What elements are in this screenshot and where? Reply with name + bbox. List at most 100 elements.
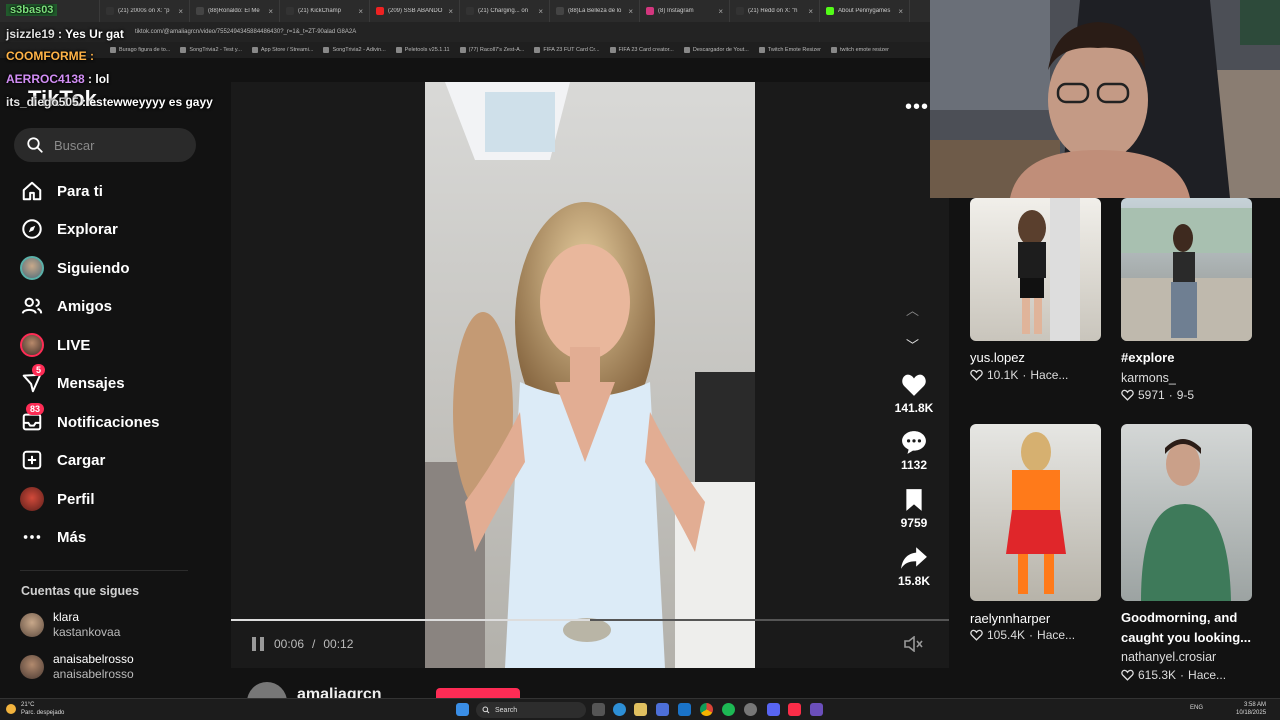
bookmark-item[interactable]: FIFA 23 FUT Card Cr... [534, 47, 600, 53]
chevron-up-icon[interactable]: ︿ [906, 300, 919, 319]
chevron-down-icon[interactable]: ﹀ [906, 335, 919, 354]
video-progress-bar[interactable] [231, 619, 949, 621]
discord-icon[interactable] [767, 703, 780, 716]
save-button[interactable]: 9759 [888, 488, 940, 530]
tab-favicon-icon [106, 7, 114, 15]
sidebar-item-amigos[interactable]: Amigos [20, 291, 112, 321]
sidebar-item-cargar[interactable]: Cargar [20, 445, 105, 475]
follow-button[interactable] [436, 688, 520, 698]
browser-tab[interactable]: (88)La Belleza de lo × [550, 0, 640, 22]
following-account[interactable]: anaisabelrosso anaisabelrosso [20, 652, 134, 682]
bookmark-item[interactable]: twitch emote resizer [831, 47, 889, 53]
browser-tab[interactable]: (88)Ronaldo: El Me × [190, 0, 280, 22]
chrome-icon[interactable] [700, 703, 713, 716]
recommended-thumbnail[interactable] [1121, 424, 1252, 601]
close-icon[interactable]: × [358, 7, 363, 16]
taskbar-search[interactable]: Search [476, 702, 586, 718]
sidebar-item-siguiendo[interactable]: Siguiendo [20, 253, 130, 283]
comment-count: 1132 [900, 458, 928, 472]
bookmark-item[interactable]: App Store / Streami... [251, 47, 313, 53]
time-total: 00:12 [323, 637, 354, 651]
tab-favicon-icon [196, 7, 204, 15]
tab-title: About Pennygames [838, 8, 891, 14]
app-icon[interactable] [810, 703, 823, 716]
more-options-icon[interactable]: ••• [905, 96, 929, 119]
system-clock[interactable]: 3:58 AM 10/18/2025 [1236, 701, 1266, 717]
close-icon[interactable]: × [268, 7, 273, 16]
close-icon[interactable]: × [628, 7, 633, 16]
steam-icon[interactable] [744, 703, 757, 716]
heart-outline-icon [970, 369, 983, 381]
comment-icon [902, 431, 926, 454]
messages-badge: 5 [32, 364, 46, 376]
address-bar[interactable]: tiktok.com/@amaliagrcn/video/75524943458… [0, 22, 930, 42]
home-icon [20, 179, 44, 203]
sidebar-item-explorar[interactable]: Explorar [20, 214, 118, 244]
close-icon[interactable]: × [718, 7, 723, 16]
start-icon[interactable] [456, 703, 469, 716]
avatar [20, 655, 44, 679]
share-button[interactable]: 15.8K [888, 546, 940, 588]
language-indicator[interactable]: ENG [1190, 705, 1203, 711]
sidebar-item-mensajes[interactable]: 5 Mensajes [20, 364, 125, 398]
recommended-thumbnail[interactable] [970, 198, 1101, 341]
bookmark-item[interactable]: FIFA 23 Card creator... [609, 47, 674, 53]
sidebar-item-notificaciones[interactable]: 83 Notificaciones [20, 403, 160, 437]
bookmark-item[interactable]: (77) Racoll7's Zest-A... [459, 47, 525, 53]
browser-tab[interactable]: (21) Redd on X: "h × [730, 0, 820, 22]
sidebar-item-perfil[interactable]: Perfil [20, 484, 95, 514]
bookmark-item[interactable]: Twitch Emote Resizer [758, 47, 821, 53]
recommended-title[interactable]: #explore [1121, 348, 1174, 368]
spotify-icon[interactable] [722, 703, 735, 716]
recommended-thumbnail[interactable] [970, 424, 1101, 601]
browser-tab[interactable]: About Pennygames × [820, 0, 910, 22]
bookmark-item[interactable]: SongTrivia2 - Test y... [180, 47, 242, 53]
author-avatar[interactable] [247, 682, 287, 698]
store-icon[interactable] [656, 703, 669, 716]
sidebar-item-live[interactable]: LIVE [20, 330, 90, 360]
sidebar-item-para-ti[interactable]: Para ti [20, 176, 103, 206]
recommended-title[interactable]: yus.lopez [970, 348, 1025, 368]
mail-icon[interactable] [678, 703, 691, 716]
comment-button[interactable]: 1132 [888, 430, 940, 472]
browser-tab[interactable]: (209) SSB ABANDO × [370, 0, 460, 22]
author-name[interactable]: amaliagrcn [297, 686, 381, 698]
file-explorer-icon[interactable] [634, 703, 647, 716]
like-button[interactable]: 141.8K [888, 373, 940, 415]
bookmark-label: (77) Racoll7's Zest-A... [468, 47, 525, 53]
bookmark-item[interactable]: Burago figura de to... [110, 47, 170, 53]
pause-icon[interactable] [250, 636, 266, 652]
close-icon[interactable]: × [538, 7, 543, 16]
close-icon[interactable]: × [898, 7, 903, 16]
recommended-date: 9-5 [1176, 388, 1195, 402]
close-icon[interactable]: × [448, 7, 453, 16]
edge-icon[interactable] [613, 703, 626, 716]
close-icon[interactable]: × [808, 7, 813, 16]
volume-control[interactable] [904, 636, 924, 652]
music-icon[interactable] [788, 703, 801, 716]
bookmark-label: SongTrivia2 - Adivin... [332, 47, 386, 53]
browser-tab[interactable]: (8) Instagram × [640, 0, 730, 22]
meta-separator: · [1168, 388, 1173, 402]
sidebar-item-label: Siguiendo [57, 259, 130, 277]
bookmark-item[interactable]: Peletools v25.1.11 [395, 47, 450, 53]
video-player[interactable] [425, 82, 755, 668]
recommended-title[interactable]: Goodmorning, and caught you looking... [1121, 608, 1271, 648]
live-icon [20, 333, 44, 357]
sidebar-item-mas[interactable]: Más [20, 522, 86, 552]
browser-tab[interactable]: (21) 2000s on X: "p × [100, 0, 190, 22]
bookmark-item[interactable]: Descargador de Yout... [683, 47, 749, 53]
following-account[interactable]: klara kastankovaa [20, 610, 120, 640]
browser-tab[interactable]: (21) KickChamp × [280, 0, 370, 22]
browser-tab[interactable]: (21) Charging... on × [460, 0, 550, 22]
recommended-title[interactable]: raelynnharper [970, 609, 1050, 629]
recommended-author[interactable]: nathanyel.crosiar [1121, 650, 1216, 664]
weather-widget[interactable]: 21°C Parc. despejado [6, 701, 64, 717]
recommended-author[interactable]: karmons_ [1121, 371, 1176, 385]
close-icon[interactable]: × [178, 7, 183, 16]
tab-title: (21) KickChamp [298, 8, 342, 14]
bookmark-item[interactable]: SongTrivia2 - Adivin... [323, 47, 386, 53]
task-view-icon[interactable] [592, 703, 605, 716]
search-input[interactable]: Buscar [14, 128, 196, 162]
recommended-thumbnail[interactable] [1121, 198, 1252, 341]
